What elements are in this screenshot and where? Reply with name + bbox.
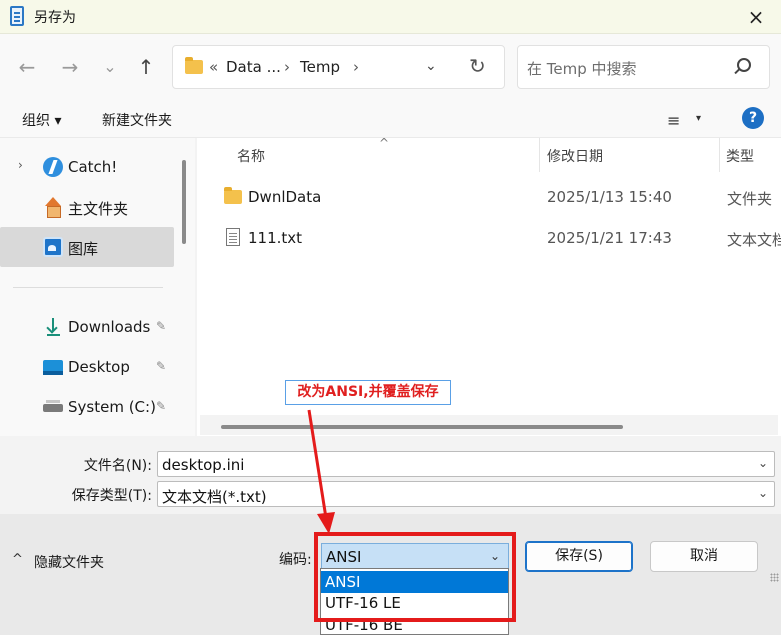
file-name[interactable]: 111.txt [248, 229, 302, 247]
search-input[interactable]: 在 Temp 中搜索 [527, 58, 637, 79]
filename-value[interactable]: desktop.ini [162, 456, 244, 474]
notepad-icon [10, 6, 24, 26]
filetype-select[interactable]: 文本文档(*.txt) ⌄ [157, 481, 775, 507]
address-dropdown-icon[interactable]: ⌄ [425, 58, 437, 74]
save-form: 文件名(N): desktop.ini ⌄ 保存类型(T): 文本文档(*.tx… [0, 436, 781, 514]
chevron-down-icon[interactable]: ⌄ [758, 486, 768, 500]
help-icon[interactable]: ? [742, 107, 764, 129]
breadcrumb-separator[interactable]: › [284, 58, 290, 76]
navigation-pane: › Catch! 主文件夹 图库 Downloads ✎ Desktop ✎ S… [0, 138, 195, 436]
column-divider[interactable] [719, 138, 720, 172]
encoding-label: 编码: [279, 552, 312, 568]
sidebar-item-downloads[interactable]: Downloads ✎ [0, 307, 174, 347]
file-modified: 2025/1/21 17:43 [547, 229, 672, 247]
sidebar-item-label: System (C:) [68, 398, 156, 416]
sidebar-item-system-drive[interactable]: System (C:) ✎ [0, 387, 174, 427]
file-type: 文本文档 [727, 231, 781, 249]
window-title: 另存为 [34, 10, 76, 26]
sort-ascending-icon: ^ [379, 136, 390, 150]
filetype-value[interactable]: 文本文档(*.txt) [162, 486, 267, 507]
drive-icon [43, 400, 63, 412]
hide-folders-toggle[interactable]: 隐藏文件夹 [34, 552, 104, 572]
sidebar-divider [13, 287, 163, 288]
breadcrumb-data[interactable]: Data ... [226, 58, 281, 76]
filename-label: 文件名(N): [83, 458, 152, 474]
annotation-highlight-frame [314, 532, 516, 622]
search-box[interactable]: 在 Temp 中搜索 [517, 45, 770, 89]
column-header-type[interactable]: 类型 [726, 146, 754, 166]
column-divider[interactable] [539, 138, 540, 172]
home-icon [43, 197, 63, 218]
sidebar-item-gallery[interactable]: 图库 [0, 227, 174, 267]
cancel-button[interactable]: 取消 [650, 541, 758, 572]
gallery-icon [43, 237, 63, 257]
sidebar-item-label: 图库 [68, 240, 99, 258]
search-icon[interactable] [737, 58, 751, 72]
file-name[interactable]: DwnlData [248, 188, 321, 206]
horizontal-scrollbar[interactable] [221, 425, 623, 429]
file-type: 文件夹 [727, 190, 773, 208]
column-header-name[interactable]: 名称 [237, 146, 265, 166]
recent-locations-button[interactable]: ⌄ [98, 55, 122, 79]
sidebar-scrollbar[interactable] [182, 160, 186, 244]
organize-menu[interactable]: 组织 ▾ [22, 110, 61, 130]
forward-button[interactable]: → [58, 55, 82, 79]
annotation-callout: 改为ANSI,并覆盖保存 [285, 380, 451, 405]
address-bar[interactable]: « Data ... › Temp › ⌄ ↻ [172, 45, 505, 89]
navigation-bar: ← → ⌄ ↑ « Data ... › Temp › ⌄ ↻ 在 Temp 中… [0, 34, 781, 100]
pin-icon[interactable]: ✎ [156, 359, 166, 373]
sidebar-item-label: Catch! [68, 158, 118, 176]
close-button[interactable]: × [743, 4, 769, 30]
pin-icon[interactable]: ✎ [156, 319, 166, 333]
filename-field[interactable]: desktop.ini ⌄ [157, 451, 775, 477]
sidebar-item-label: 主文件夹 [68, 200, 129, 218]
sidebar-item-catch[interactable]: › Catch! [0, 147, 174, 187]
chevron-up-icon[interactable]: ^ [12, 552, 23, 567]
view-options-icon[interactable]: ≡ [667, 111, 680, 130]
view-dropdown-icon[interactable]: ▾ [696, 113, 701, 124]
sidebar-item-home[interactable]: 主文件夹 [0, 187, 174, 227]
chevron-down-icon[interactable]: ⌄ [758, 456, 768, 470]
back-button[interactable]: ← [15, 55, 39, 79]
up-button[interactable]: ↑ [134, 55, 158, 79]
title-bar: 另存为 × [0, 0, 781, 34]
save-button[interactable]: 保存(S) [525, 541, 633, 572]
folder-icon [185, 57, 203, 74]
desktop-icon [43, 360, 63, 375]
pin-icon[interactable]: ✎ [156, 399, 166, 413]
new-folder-button[interactable]: 新建文件夹 [102, 110, 172, 130]
breadcrumb-overflow[interactable]: « [209, 58, 218, 76]
column-header-modified[interactable]: 修改日期 [547, 146, 603, 166]
resize-grip[interactable] [770, 573, 779, 582]
command-bar: 组织 ▾ 新建文件夹 ≡ ▾ ? [0, 100, 781, 138]
breadcrumb-temp[interactable]: Temp [300, 58, 340, 76]
expand-chevron-icon[interactable]: › [18, 158, 23, 172]
sidebar-item-label: Downloads [68, 318, 151, 336]
folder-icon [224, 187, 242, 204]
sidebar-item-label: Desktop [68, 358, 130, 376]
download-icon [43, 317, 63, 337]
file-modified: 2025/1/13 15:40 [547, 188, 672, 206]
catch-app-icon [43, 157, 63, 177]
refresh-icon[interactable]: ↻ [469, 54, 486, 78]
filetype-label: 保存类型(T): [71, 488, 152, 504]
breadcrumb-separator-end[interactable]: › [353, 58, 359, 76]
text-file-icon [226, 228, 240, 246]
sidebar-item-desktop[interactable]: Desktop ✎ [0, 347, 174, 387]
